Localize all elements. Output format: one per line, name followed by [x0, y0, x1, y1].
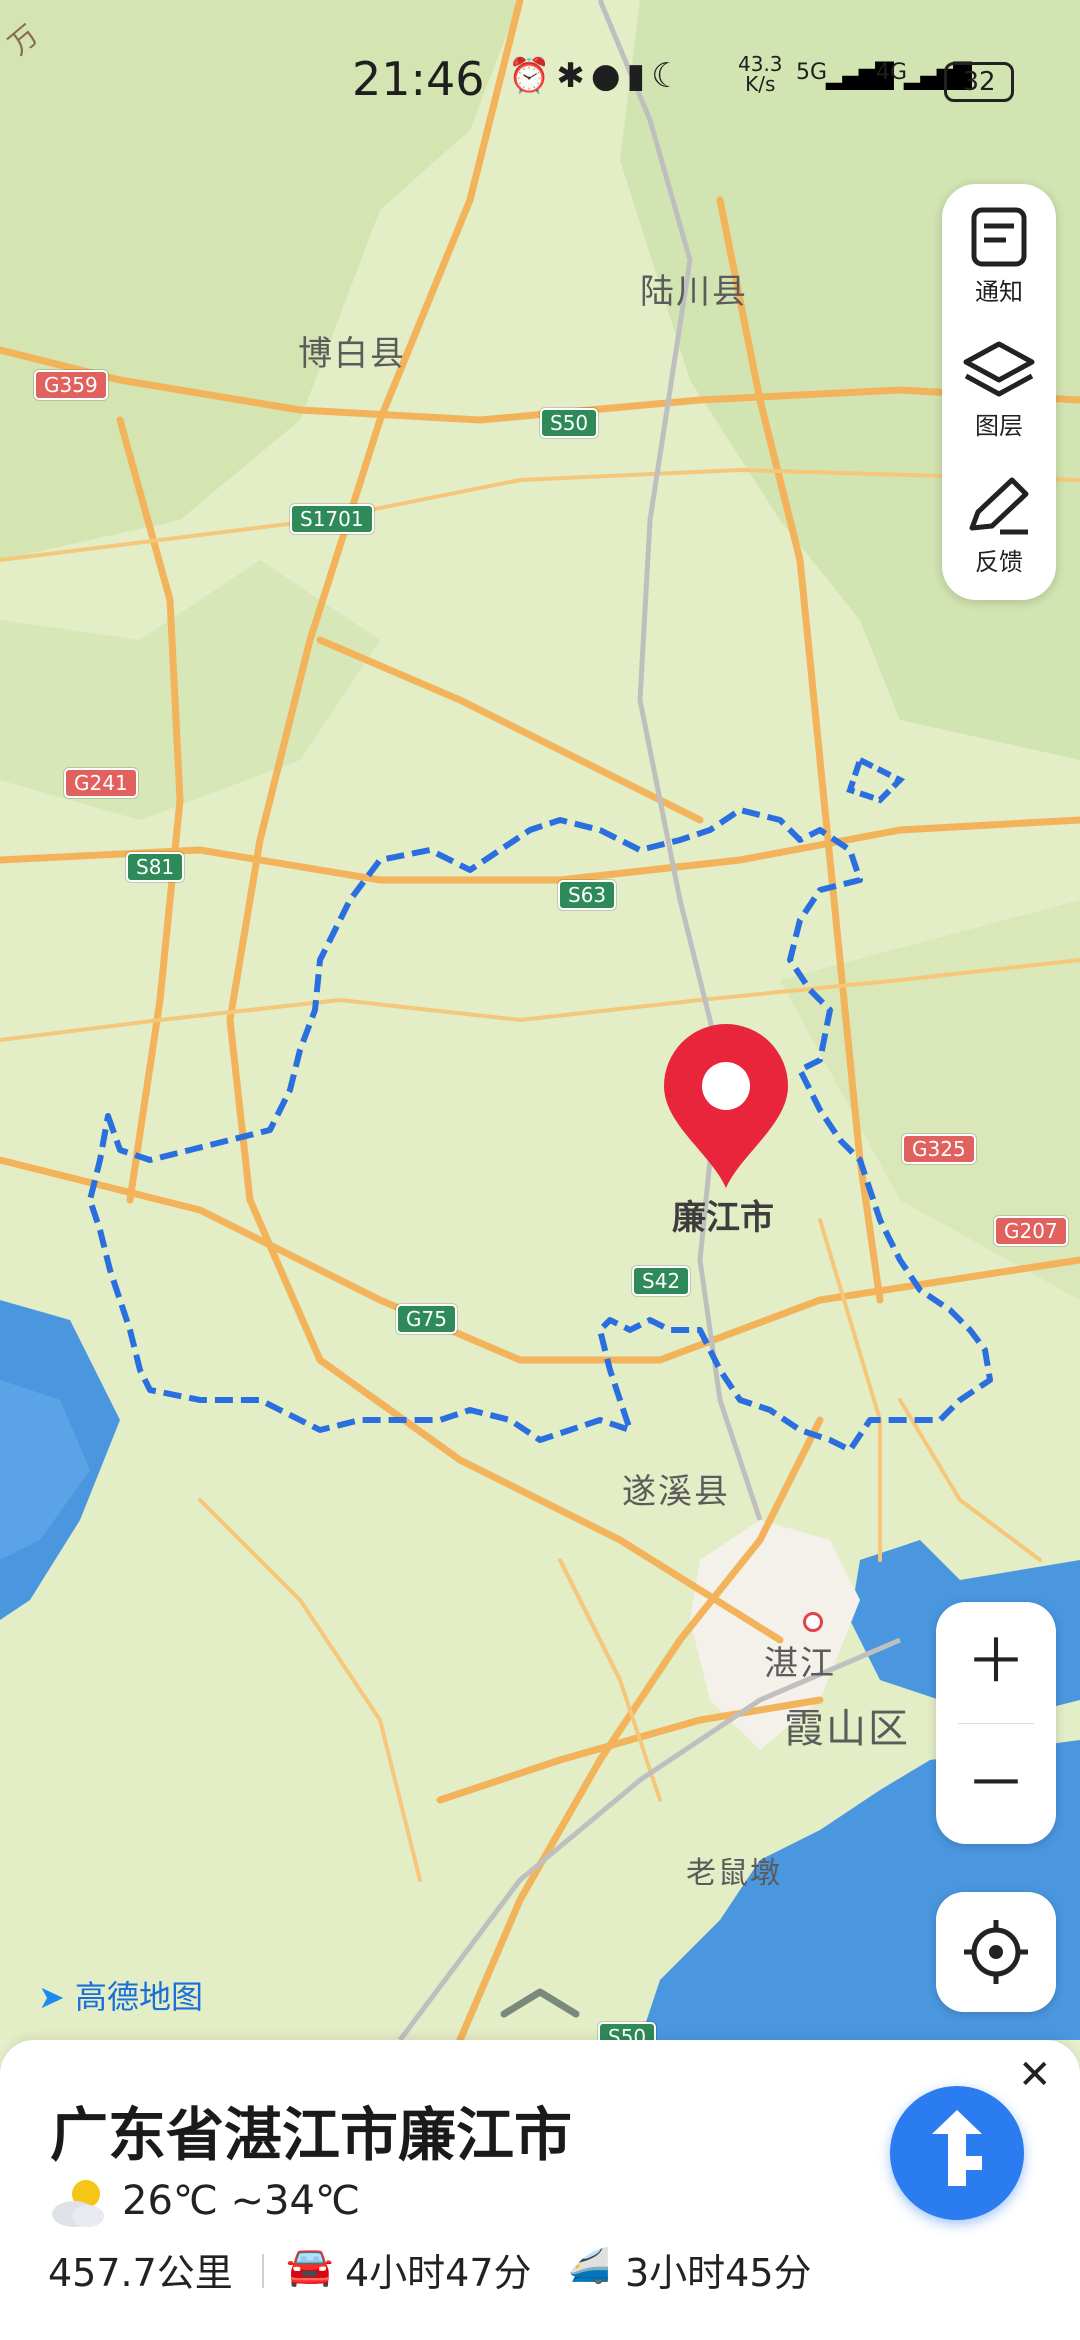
weather-temp: 26℃ ~34℃: [122, 2178, 360, 2224]
road-shield-g207: G207: [994, 1216, 1068, 1246]
car-icon: 🚘: [286, 2244, 334, 2288]
place-info-sheet: ✕ 广东省湛江市廉江市 26℃ ~34℃ 457.7公里 🚘 4小时47分 🚄 …: [0, 2040, 1080, 2340]
feedback-label: 反馈: [975, 548, 1023, 576]
layers-label: 图层: [975, 412, 1023, 440]
road-shield-g241: G241: [64, 768, 138, 798]
map-label-bobai: 博白县: [298, 334, 406, 374]
road-shield-s50: S50: [540, 408, 599, 438]
weather-partly-sunny-icon: [52, 2180, 104, 2227]
map-label-laoshudun: 老鼠墩: [686, 1856, 782, 1891]
network-5g: 5G: [796, 60, 828, 85]
location-pin-icon[interactable]: [656, 1024, 796, 1194]
road-shield-g75: G75: [396, 1304, 457, 1334]
locate-me-button[interactable]: [936, 1892, 1056, 2012]
sheet-drag-handle[interactable]: [498, 1982, 582, 2022]
moon-icon: ☾: [651, 56, 688, 96]
notice-button[interactable]: 通知: [942, 202, 1056, 307]
status-bar: 21:46 ⏰✱●▮☾ 43.3 K/s 5G ▂▄▆█ 4G ▂▄▆█ 32: [0, 40, 1080, 120]
road-shield-g325: G325: [902, 1134, 976, 1164]
distance-text: 457.7公里: [48, 2251, 233, 2295]
map-label-xiashan: 霞山区: [784, 1706, 910, 1752]
feedback-button[interactable]: 反馈: [942, 472, 1056, 577]
network-4g: 4G: [876, 60, 908, 85]
battery-icon: 32: [944, 62, 1014, 102]
amap-logo: ➤ 高德地图: [38, 1972, 203, 2018]
zoom-in-button[interactable]: ＋: [936, 1602, 1056, 1722]
network-speed-value: 43.3: [738, 52, 783, 76]
alarm-icon: ⏰: [508, 56, 557, 96]
layers-icon: [963, 341, 1035, 397]
road-shield-s63: S63: [558, 880, 617, 910]
network-speed-unit: K/s: [745, 72, 776, 96]
car-time: 4小时47分: [345, 2251, 532, 2295]
navigate-button[interactable]: [890, 2086, 1024, 2220]
layers-button[interactable]: 图层: [942, 336, 1056, 441]
bluetooth-icon: ✱: [556, 56, 591, 96]
place-title: 广东省湛江市廉江市: [50, 2101, 573, 2169]
info-divider: [262, 2254, 264, 2288]
map-label-luchuan: 陆川县: [640, 272, 748, 312]
map-tools-panel: 通知 图层 反馈: [942, 184, 1056, 600]
amap-logo-text: 高德地图: [74, 1978, 203, 2016]
location-icon: ●: [590, 56, 627, 96]
road-shield-s81: S81: [126, 852, 185, 882]
crosshair-icon: [964, 1920, 1028, 1984]
map-label-lianjiang: 廉江市: [672, 1198, 774, 1238]
zoom-out-button[interactable]: －: [936, 1724, 1056, 1844]
network-speed: 43.3 K/s: [738, 54, 783, 94]
city-dot-icon: [803, 1612, 823, 1632]
map-label-suixi: 遂溪县: [622, 1472, 730, 1512]
route-arrow-icon: [932, 2110, 982, 2186]
map-label-zhanjiang: 湛江: [764, 1644, 836, 1684]
status-time: 21:46: [352, 52, 485, 106]
road-shield-s1701: S1701: [290, 504, 374, 534]
road-shield-s42: S42: [632, 1266, 691, 1296]
road-shield-g359: G359: [34, 370, 108, 400]
zoom-controls: ＋ －: [936, 1602, 1056, 1844]
train-icon: 🚄: [568, 2246, 611, 2286]
mic-icon: ▮: [626, 56, 652, 96]
feedback-pen-icon: [969, 477, 1029, 535]
notice-icon: [971, 207, 1027, 267]
train-time: 3小时45分: [625, 2251, 812, 2295]
amap-logo-icon: ➤: [38, 1978, 65, 2016]
notice-label: 通知: [975, 278, 1023, 306]
status-icons: ⏰✱●▮☾: [508, 56, 688, 96]
map-canvas[interactable]: [0, 0, 1080, 2040]
